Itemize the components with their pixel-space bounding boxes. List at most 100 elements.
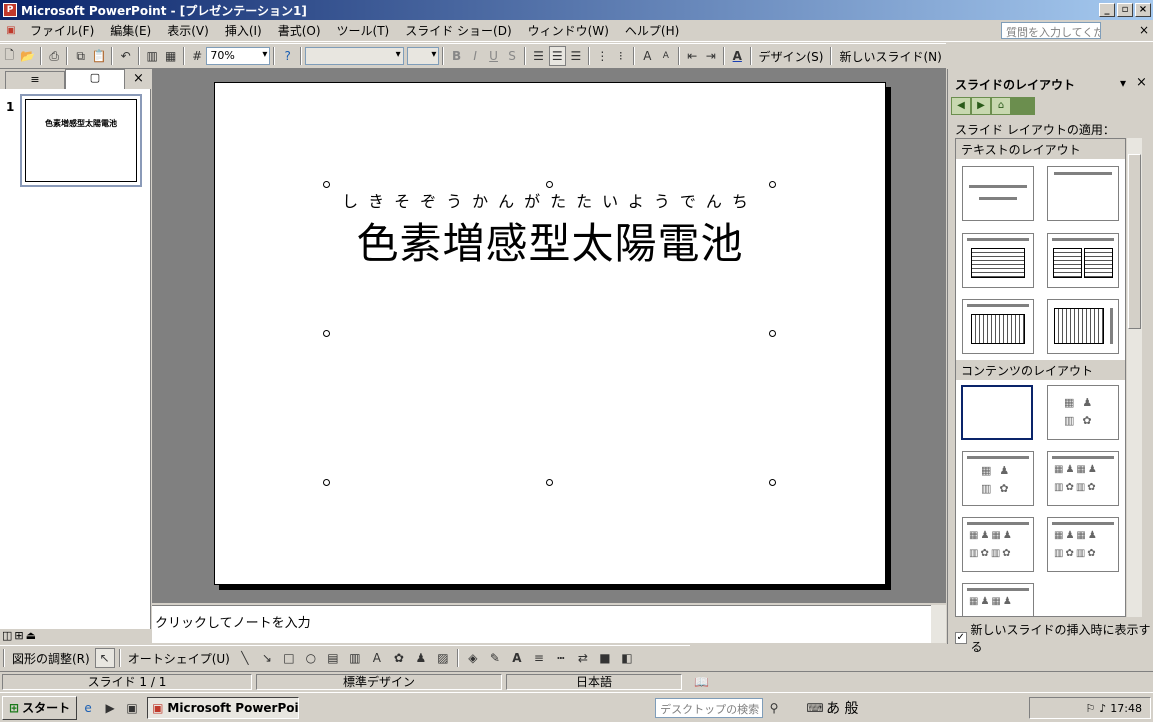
oval-icon[interactable]: ○ — [301, 648, 321, 668]
desktop-icon[interactable]: ▣ — [122, 698, 142, 718]
print-icon[interactable]: ⎙ — [46, 46, 62, 66]
start-button[interactable]: ⊞ スタート — [2, 695, 78, 720]
ime-indicator[interactable]: あ 般 — [826, 698, 858, 718]
document-icon[interactable]: ▣ — [1, 21, 21, 41]
resize-handle[interactable] — [323, 181, 330, 188]
title-placeholder[interactable]: しきそぞうかんがたたいようでんち 色素増感型太陽電池 — [327, 185, 773, 485]
menu-window[interactable]: ウィンドウ(W) — [520, 22, 617, 39]
help-search-input[interactable]: 質問を入力してください — [1001, 22, 1101, 39]
layout-two-column-text[interactable] — [1047, 233, 1119, 288]
increase-font-icon[interactable]: A — [639, 46, 655, 66]
home-icon[interactable]: ⌂ — [992, 98, 1010, 114]
layout-title-content-3[interactable]: ▦♟▦♟ — [962, 583, 1034, 616]
menu-slideshow[interactable]: スライド ショー(D) — [397, 22, 519, 39]
close-doc-icon[interactable]: × — [1139, 23, 1149, 37]
wordart-icon[interactable]: A — [367, 648, 387, 668]
resize-handle[interactable] — [323, 330, 330, 337]
slideshow-icon[interactable]: ⏏ — [26, 629, 36, 642]
slide-sorter-icon[interactable]: ⊞ — [14, 629, 23, 642]
underline-button[interactable]: U — [485, 46, 501, 66]
menu-edit[interactable]: 編集(E) — [102, 22, 159, 39]
line-color-icon[interactable]: ✎ — [485, 648, 505, 668]
resize-handle[interactable] — [546, 181, 553, 188]
dash-style-icon[interactable]: ┅ — [551, 648, 571, 668]
menu-format[interactable]: 書式(O) — [270, 22, 329, 39]
diagram-icon[interactable]: ✿ — [389, 648, 409, 668]
new-slide-button[interactable]: 新しいスライド(N) — [839, 48, 941, 65]
layout-title-two-content[interactable]: ▦♟▦♟ ▥✿▥✿ — [1047, 451, 1119, 506]
resize-handle[interactable] — [769, 181, 776, 188]
align-left-icon[interactable]: ☰ — [530, 46, 546, 66]
new-icon[interactable]: 🗋 — [1, 46, 17, 66]
picture-icon[interactable]: ▨ — [433, 648, 453, 668]
close-button[interactable]: × — [1135, 3, 1151, 17]
zoom-select[interactable]: 70% — [206, 47, 271, 65]
checkbox-icon[interactable]: ✓ — [955, 632, 967, 644]
menu-insert[interactable]: 挿入(I) — [217, 22, 270, 39]
media-player-icon[interactable]: ▶ — [100, 698, 120, 718]
copy-icon[interactable]: ⧉ — [72, 46, 88, 66]
menu-file[interactable]: ファイル(F) — [22, 22, 102, 39]
layout-vertical-text[interactable] — [962, 299, 1034, 354]
open-icon[interactable]: 📂 — [19, 46, 35, 66]
shadow-button[interactable]: S — [504, 46, 520, 66]
rectangle-icon[interactable]: □ — [279, 648, 299, 668]
back-icon[interactable]: ◀ — [952, 98, 970, 114]
search-icon[interactable]: ⚲ — [764, 698, 784, 718]
ie-icon[interactable]: e — [78, 698, 98, 718]
desktop-search-input[interactable]: デスクトップの検索 — [655, 697, 764, 718]
menu-help[interactable]: ヘルプ(H) — [617, 22, 687, 39]
layout-title-four-content[interactable]: ▦♟▦♟ ▥✿▥✿ — [1047, 517, 1119, 572]
arrow-icon[interactable]: ↘ — [257, 648, 277, 668]
fill-color-icon[interactable]: ◈ — [463, 648, 483, 668]
vertical-textbox-icon[interactable]: ▥ — [345, 648, 365, 668]
textbox-icon[interactable]: ▤ — [323, 648, 343, 668]
tab-slides[interactable]: ▢ — [65, 69, 125, 89]
spellcheck-icon[interactable]: 📖 — [694, 675, 709, 689]
taskbar-powerpoint[interactable]: ▣ Microsoft PowerPoi... — [147, 696, 300, 719]
notes-scrollbar[interactable] — [931, 605, 946, 643]
layout-title-content[interactable]: ▦♟ ▥✿ — [962, 451, 1034, 506]
layout-title-content-2[interactable]: ▦♟▦♟ ▥✿▥✿ — [962, 517, 1034, 572]
increase-indent-icon[interactable]: ⇥ — [703, 46, 719, 66]
resize-handle[interactable] — [546, 479, 553, 486]
menu-view[interactable]: 表示(V) — [159, 22, 217, 39]
network-icon[interactable]: ⚐ — [1085, 702, 1095, 715]
table-icon[interactable]: ▦ — [162, 46, 178, 66]
resize-handle[interactable] — [769, 330, 776, 337]
layout-scrollbar[interactable] — [1127, 138, 1142, 617]
layout-vertical-title-text[interactable] — [1047, 299, 1119, 354]
maximize-button[interactable]: ▫ — [1117, 3, 1133, 17]
task-pane-close-icon[interactable]: × — [1136, 75, 1147, 90]
layout-title-only[interactable] — [1047, 166, 1119, 221]
autoshape-menu[interactable]: オートシェイプ(U) — [128, 650, 230, 667]
decrease-indent-icon[interactable]: ⇤ — [684, 46, 700, 66]
paste-icon[interactable]: 📋 — [91, 46, 107, 66]
3d-style-icon[interactable]: ◧ — [617, 648, 637, 668]
notes-input[interactable]: クリックしてノートを入力 — [152, 605, 931, 643]
minimize-button[interactable]: _ — [1099, 3, 1115, 17]
keyboard-icon[interactable]: ⌨ — [805, 698, 825, 718]
help-icon[interactable]: ? — [279, 46, 295, 66]
layout-title-slide[interactable] — [962, 166, 1034, 221]
adjust-menu[interactable]: 図形の調整(R) — [12, 650, 90, 667]
align-center-icon[interactable]: ☰ — [548, 46, 566, 66]
font-color-icon[interactable]: A — [729, 46, 745, 66]
forward-icon[interactable]: ▶ — [972, 98, 990, 114]
line-style-icon[interactable]: ≡ — [529, 648, 549, 668]
clipart-icon[interactable]: ♟ — [411, 648, 431, 668]
line-icon[interactable]: ╲ — [235, 648, 255, 668]
layout-blank[interactable] — [961, 385, 1033, 440]
design-button[interactable]: デザイン(S) — [759, 48, 824, 65]
slide[interactable]: しきそぞうかんがたたいようでんち 色素増感型太陽電池 — [214, 82, 886, 585]
resize-handle[interactable] — [323, 479, 330, 486]
slide-thumbnail[interactable]: 色素増感型太陽電池 — [20, 94, 142, 187]
font-select[interactable] — [304, 47, 404, 65]
resize-handle[interactable] — [769, 479, 776, 486]
font-size-select[interactable] — [406, 47, 440, 65]
bold-button[interactable]: B — [448, 46, 464, 66]
layout-title-text[interactable] — [962, 233, 1034, 288]
align-right-icon[interactable]: ☰ — [568, 46, 584, 66]
bullets-icon[interactable]: ⁝ — [613, 46, 629, 66]
menu-tools[interactable]: ツール(T) — [329, 22, 398, 39]
